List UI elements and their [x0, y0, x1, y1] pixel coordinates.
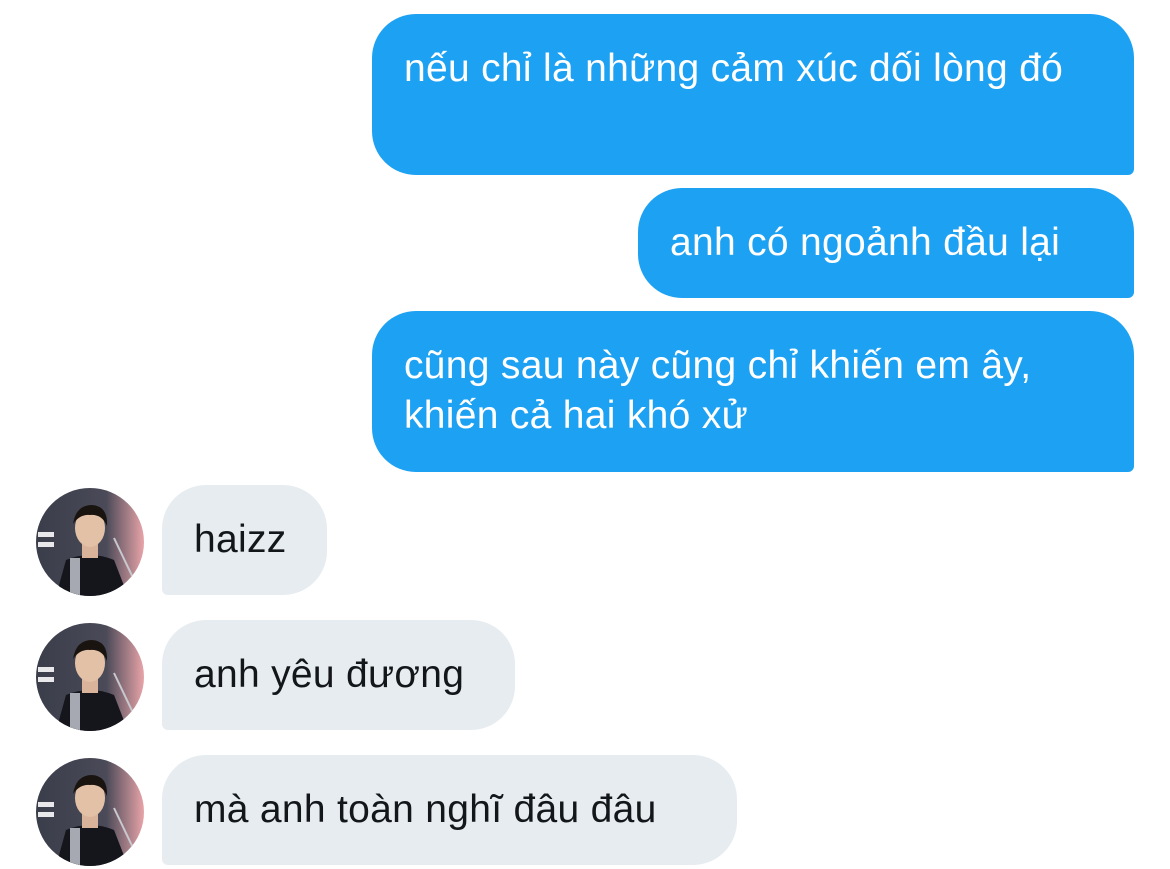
message-bubble-sent[interactable]: cũng sau này cũng chỉ khiến em ây, khiến…	[372, 311, 1134, 472]
message-text: cũng sau này cũng chỉ khiến em ây, khiến…	[404, 344, 1032, 437]
profile-photo-icon	[36, 623, 144, 731]
message-bubble-sent[interactable]: nếu chỉ là những cảm xúc dối lòng đó	[372, 14, 1134, 175]
message-text: haizz	[194, 518, 287, 561]
profile-photo-icon	[36, 488, 144, 596]
message-text: anh yêu đương	[194, 653, 465, 696]
message-text: nếu chỉ là những cảm xúc dối lòng đó	[404, 47, 1064, 90]
message-bubble-received[interactable]: haizz	[162, 485, 327, 595]
profile-photo-icon	[36, 758, 144, 866]
avatar[interactable]	[36, 488, 144, 596]
avatar[interactable]	[36, 623, 144, 731]
message-text: anh có ngoảnh đầu lại	[670, 221, 1061, 264]
message-bubble-received[interactable]: anh yêu đương	[162, 620, 515, 730]
message-bubble-received[interactable]: mà anh toàn nghĩ đâu đâu	[162, 755, 737, 865]
message-text: mà anh toàn nghĩ đâu đâu	[194, 788, 657, 831]
avatar[interactable]	[36, 758, 144, 866]
message-bubble-sent[interactable]: anh có ngoảnh đầu lại	[638, 188, 1134, 298]
